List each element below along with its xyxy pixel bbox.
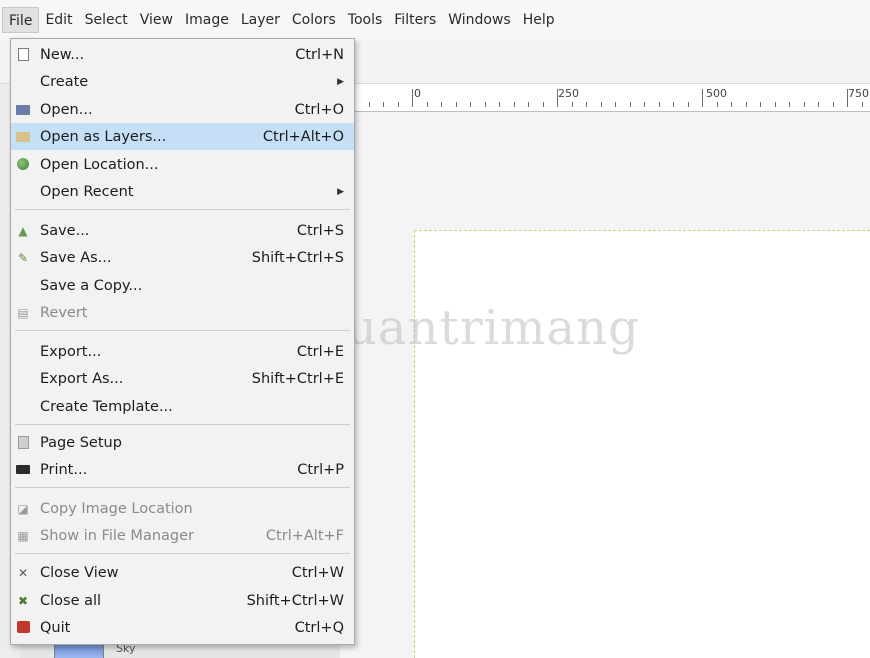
ruler-tick xyxy=(499,102,500,107)
image-canvas[interactable] xyxy=(414,230,870,658)
ruler-label-500: 500 xyxy=(706,87,727,100)
save-as-icon: ✎ xyxy=(17,250,29,265)
ruler-tick xyxy=(441,102,442,107)
menu-tools[interactable]: Tools xyxy=(342,7,389,33)
menu-item-new[interactable]: New... Ctrl+N xyxy=(11,41,354,68)
menu-file[interactable]: File xyxy=(2,7,40,33)
menu-select[interactable]: Select xyxy=(79,7,134,33)
ruler-tick xyxy=(702,89,703,107)
menu-item-export-as[interactable]: Export As... Shift+Ctrl+E xyxy=(11,365,354,392)
menu-item-revert[interactable]: ▤ Revert xyxy=(11,299,354,326)
open-folder-icon xyxy=(16,103,30,117)
ruler-tick xyxy=(731,102,732,107)
menu-item-copy-image-location[interactable]: ◪ Copy Image Location xyxy=(11,495,354,522)
page-setup-icon xyxy=(16,435,30,450)
menu-item-close-all[interactable]: ✖ Close all Shift+Ctrl+W xyxy=(11,587,354,614)
ruler-tick xyxy=(600,102,602,107)
menu-separator xyxy=(15,424,350,425)
menu-item-open-location[interactable]: Open Location... xyxy=(11,151,354,178)
menu-item-save[interactable]: ▲ Save... Ctrl+S xyxy=(11,217,354,244)
ruler-tick xyxy=(803,102,805,107)
ruler-tick xyxy=(745,102,747,107)
ruler-tick xyxy=(861,102,863,107)
ruler-tick xyxy=(426,102,428,107)
ruler-tick xyxy=(760,102,761,107)
menu-item-print[interactable]: Print... Ctrl+P xyxy=(11,456,354,483)
ruler-tick xyxy=(687,102,689,107)
ruler-tick xyxy=(571,102,573,107)
menu-item-page-setup[interactable]: Page Setup xyxy=(11,429,354,456)
ruler-tick xyxy=(586,102,587,107)
file-manager-icon: ▦ xyxy=(17,528,29,543)
menu-item-quit[interactable]: Quit Ctrl+Q xyxy=(11,614,354,641)
ruler-tick xyxy=(716,102,718,107)
ruler-tick xyxy=(832,102,834,107)
ruler-tick xyxy=(774,102,776,107)
ruler-tick xyxy=(397,102,399,107)
ruler-label-750: 750 xyxy=(848,87,869,100)
ruler-tick xyxy=(368,102,370,107)
ruler-label-250: 250 xyxy=(558,87,579,100)
close-icon: ✕ xyxy=(17,565,29,580)
ruler-tick xyxy=(383,102,384,107)
revert-icon: ▤ xyxy=(17,305,29,320)
menu-item-create[interactable]: Create ▶ xyxy=(11,68,354,95)
ruler-tick xyxy=(528,102,529,107)
menu-layer[interactable]: Layer xyxy=(235,7,286,33)
watermark-text: uantrimang xyxy=(346,300,640,356)
open-layers-icon xyxy=(16,130,30,144)
ruler-tick xyxy=(542,102,544,107)
new-file-icon xyxy=(16,47,30,62)
menu-item-open[interactable]: Open... Ctrl+O xyxy=(11,96,354,123)
globe-icon xyxy=(16,157,30,172)
menu-item-create-template[interactable]: Create Template... xyxy=(11,393,354,420)
ruler-label-0: 0 xyxy=(414,87,421,100)
close-all-icon: ✖ xyxy=(17,593,29,608)
menu-item-save-copy[interactable]: Save a Copy... xyxy=(11,272,354,299)
menu-view[interactable]: View xyxy=(134,7,179,33)
menu-image[interactable]: Image xyxy=(179,7,235,33)
copy-location-icon: ◪ xyxy=(17,501,29,516)
quit-icon xyxy=(16,620,30,635)
file-menu: New... Ctrl+N Create ▶ Open... Ctrl+O Op… xyxy=(10,38,355,645)
printer-icon xyxy=(16,463,30,477)
menu-item-open-as-layers[interactable]: Open as Layers... Ctrl+Alt+O xyxy=(11,123,354,150)
menu-item-show-in-file-manager[interactable]: ▦ Show in File Manager Ctrl+Alt+F xyxy=(11,522,354,549)
menu-separator xyxy=(15,209,350,210)
ruler-tick xyxy=(412,89,413,107)
ruler-tick xyxy=(484,102,486,107)
ruler-tick xyxy=(818,102,819,107)
ruler-tick xyxy=(673,102,674,107)
menu-help[interactable]: Help xyxy=(517,7,561,33)
ruler-tick xyxy=(615,102,616,107)
ruler-tick xyxy=(455,102,457,107)
layer-thumbnail xyxy=(54,643,104,658)
menu-item-export[interactable]: Export... Ctrl+E xyxy=(11,338,354,365)
menu-separator xyxy=(15,553,350,554)
ruler-tick xyxy=(513,102,515,107)
horizontal-ruler[interactable]: 0 250 500 750 xyxy=(340,84,870,112)
menu-item-save-as[interactable]: ✎ Save As... Shift+Ctrl+S xyxy=(11,244,354,271)
ruler-tick xyxy=(470,102,471,107)
ruler-tick xyxy=(644,102,645,107)
menu-windows[interactable]: Windows xyxy=(442,7,517,33)
menu-edit[interactable]: Edit xyxy=(39,7,78,33)
menu-item-open-recent[interactable]: Open Recent ▶ xyxy=(11,178,354,205)
ruler-tick xyxy=(658,102,660,107)
menu-item-close-view[interactable]: ✕ Close View Ctrl+W xyxy=(11,559,354,586)
menu-colors[interactable]: Colors xyxy=(286,7,342,33)
menu-bar: File Edit Select View Image Layer Colors… xyxy=(0,0,870,40)
save-icon: ▲ xyxy=(18,223,28,238)
ruler-tick xyxy=(629,102,631,107)
submenu-arrow-icon: ▶ xyxy=(337,76,344,87)
submenu-arrow-icon: ▶ xyxy=(337,186,344,197)
menu-filters[interactable]: Filters xyxy=(388,7,442,33)
ruler-tick xyxy=(789,102,790,107)
menu-separator xyxy=(15,487,350,488)
menu-separator xyxy=(15,330,350,331)
